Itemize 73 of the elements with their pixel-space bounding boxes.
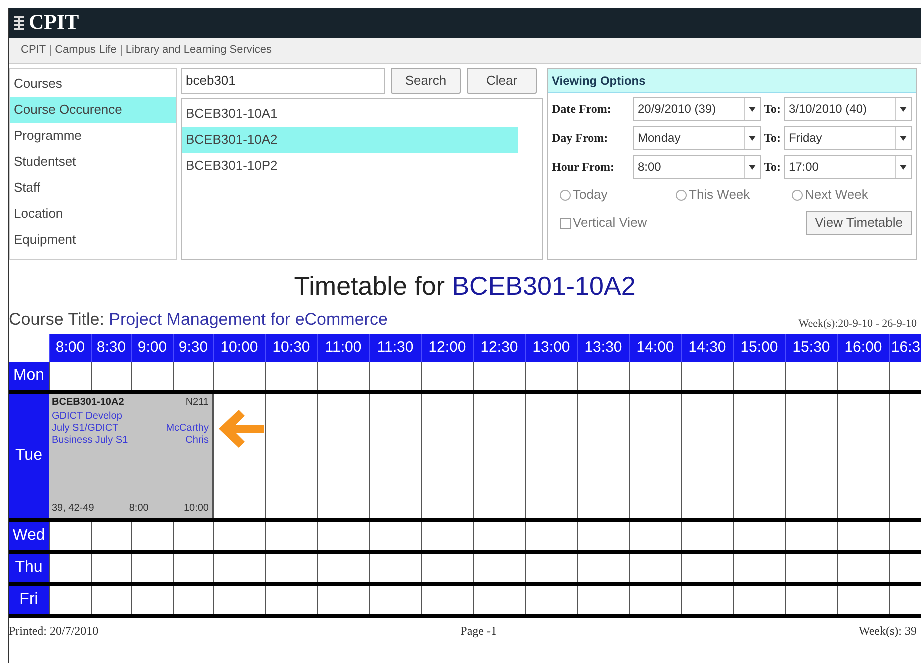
result-item[interactable]: BCEB301-10A2 (182, 127, 518, 153)
time-header: 11:00 (317, 334, 369, 362)
time-header: 10:30 (265, 334, 317, 362)
class-code: BCEB301-10A2 (52, 397, 124, 409)
radio-option[interactable]: Today (560, 185, 676, 205)
logo-text: CPIT (29, 9, 80, 36)
time-header: 12:30 (473, 334, 525, 362)
search-field[interactable]: bceb301 (181, 68, 385, 94)
panel-title: Viewing Options (548, 69, 916, 93)
class-staff: McCarthy Chris (165, 422, 209, 448)
field-label: To: (764, 159, 781, 176)
time-header: 12:00 (421, 334, 473, 362)
time-header: 16:00 (837, 334, 889, 362)
search-button[interactable]: Search (391, 68, 461, 94)
time-header: 14:30 (681, 334, 733, 362)
result-item[interactable]: BCEB301-10P2 (182, 153, 518, 179)
class-end: 10:00 (184, 503, 209, 515)
footer-weeks: Week(s): 39 (858, 623, 917, 640)
radio-option[interactable]: This Week (676, 185, 792, 205)
arrow-icon (217, 408, 265, 450)
view-timetable-button[interactable]: View Timetable (806, 211, 912, 235)
dropdown[interactable]: 8:00 (633, 155, 762, 179)
sidebar-item[interactable]: Programme (10, 123, 176, 149)
time-header: 8:00 (49, 334, 91, 362)
time-header: 9:00 (131, 334, 173, 362)
dropdown[interactable]: Monday (633, 126, 762, 150)
day-header: Thu (9, 554, 49, 582)
checkbox-option[interactable]: Vertical View (560, 213, 648, 233)
dropdown[interactable]: 3/10/2010 (40) (784, 97, 912, 121)
printed-date: Printed: 20/7/2010 (9, 623, 99, 640)
day-header: Fri (9, 586, 49, 614)
page-number: Page -1 (460, 623, 497, 640)
time-header: 16:3 (889, 334, 921, 362)
sidebar-item[interactable]: Courses (10, 71, 176, 97)
time-header: 9:30 (173, 334, 213, 362)
time-header: 13:30 (577, 334, 629, 362)
dropdown[interactable]: Friday (784, 126, 912, 150)
day-header: Tue (9, 394, 49, 518)
time-header: 13:00 (525, 334, 577, 362)
radio-option[interactable]: Next Week (792, 185, 908, 205)
result-item[interactable]: BCEB301-10A1 (182, 101, 518, 127)
sidebar-item[interactable]: Location (10, 201, 176, 227)
class-groups: GDICT Develop July S1/GDICT Business July S1 (52, 411, 138, 503)
dropdown[interactable]: 17:00 (784, 155, 912, 179)
nav-link[interactable]: Library and Learning Services (126, 42, 272, 59)
sidebar-item[interactable]: Course Occurence (10, 97, 176, 123)
time-header: 10:00 (213, 334, 265, 362)
sidebar-item[interactable]: Studentset (10, 149, 176, 175)
time-header: 15:00 (733, 334, 785, 362)
course-title: Course Title: Project Management for eCommerce (9, 308, 388, 330)
dropdown[interactable]: 20/9/2010 (39) (633, 97, 762, 121)
day-header: Mon (9, 362, 49, 390)
class-room: N211 (186, 397, 209, 409)
time-header: 15:30 (785, 334, 837, 362)
sidebar-item[interactable]: Equipment (10, 227, 176, 253)
field-label: To: (764, 101, 781, 118)
timetable-title: Timetable for BCEB301-10A2 (294, 270, 636, 303)
time-header: 11:30 (369, 334, 421, 362)
day-header: Wed (9, 522, 49, 550)
field-label: Hour From: (552, 159, 616, 176)
field-label: Date From: (552, 101, 612, 118)
field-label: Day From: (552, 130, 610, 147)
field-label: To: (764, 130, 781, 147)
class-start: 8:00 (129, 503, 149, 515)
logo-icon (13, 15, 25, 31)
nav-link[interactable]: CPIT (21, 42, 46, 59)
time-header: 14:00 (629, 334, 681, 362)
weeks-range: Week(s):20-9-10 - 26-9-10 (798, 316, 918, 332)
sidebar-item[interactable]: Staff (10, 175, 176, 201)
time-header: 8:30 (91, 334, 131, 362)
nav-link[interactable]: Campus Life (55, 42, 117, 59)
search-button[interactable]: Clear (467, 68, 537, 94)
class-weeks: 39, 42-49 (52, 503, 94, 515)
